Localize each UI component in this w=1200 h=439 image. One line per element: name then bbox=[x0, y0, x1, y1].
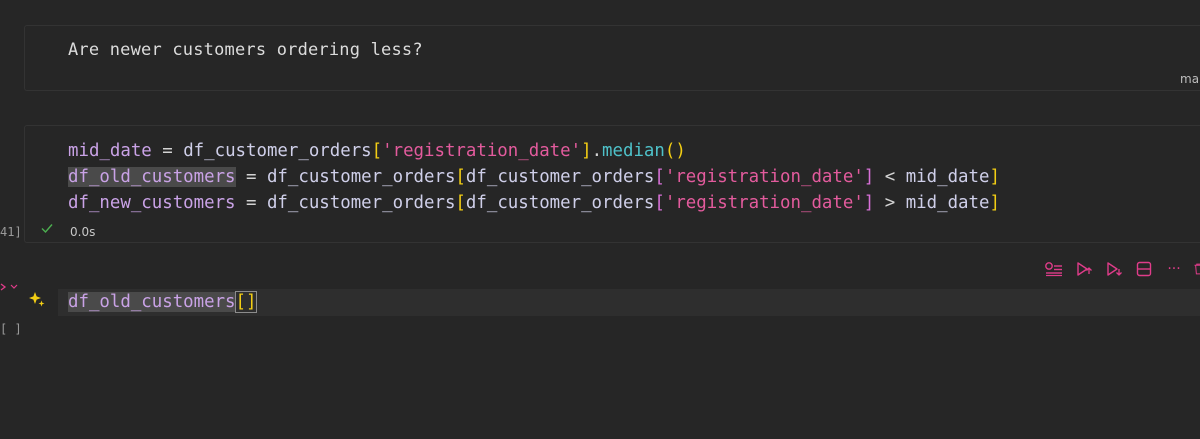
code-token: mid_date bbox=[68, 141, 152, 161]
code-token: ] bbox=[989, 193, 1000, 213]
code-token: [ bbox=[654, 167, 665, 187]
code-token: . bbox=[591, 141, 603, 161]
run-arrow-icon[interactable] bbox=[0, 280, 20, 294]
code-token: 'registration_date' bbox=[664, 193, 864, 213]
code-token: df_customer_orders bbox=[465, 193, 655, 213]
more-button[interactable]: ··· bbox=[1163, 258, 1185, 280]
split-cell-icon bbox=[1136, 261, 1152, 277]
code-token: 'registration_date' bbox=[664, 167, 864, 187]
split-cell-button[interactable] bbox=[1133, 258, 1155, 280]
code-token-highlighted: df_old_customers bbox=[68, 292, 236, 312]
code-token: > bbox=[874, 193, 906, 213]
code-token: [ bbox=[455, 193, 466, 213]
code-token: df_customer_orders bbox=[183, 141, 372, 161]
delete-button[interactable] bbox=[1193, 258, 1200, 280]
code-token: median bbox=[602, 141, 665, 161]
code-token: ] bbox=[581, 141, 592, 161]
code-token: ] bbox=[863, 167, 875, 187]
code-token: [ bbox=[455, 167, 466, 187]
code-token: mid_date bbox=[905, 193, 990, 213]
cell-language-tag[interactable]: mar bbox=[1180, 72, 1200, 86]
code-token: ] bbox=[989, 167, 1000, 187]
code-line-3: df_new_customers = df_customer_orders[df… bbox=[68, 191, 1000, 215]
code-line-1: mid_date = df_customer_orders['registrat… bbox=[68, 139, 686, 163]
execute-above-icon bbox=[1077, 262, 1092, 276]
code-token: = bbox=[235, 193, 267, 213]
markdown-text: Are newer customers ordering less? bbox=[68, 40, 423, 60]
check-icon bbox=[41, 224, 53, 234]
code-line-2: df_old_customers = df_customer_orders[df… bbox=[68, 165, 1000, 189]
code-token: [ bbox=[654, 193, 665, 213]
execute-below-icon bbox=[1107, 262, 1122, 276]
code-token: df_customer_orders bbox=[266, 193, 456, 213]
execution-count-empty: [ ] bbox=[0, 322, 22, 336]
code-token: [ bbox=[371, 141, 383, 161]
sparkle-icon[interactable] bbox=[28, 290, 46, 308]
code-token: () bbox=[664, 141, 686, 161]
code-token: df_customer_orders bbox=[465, 167, 655, 187]
execution-count: 41] bbox=[0, 225, 22, 239]
bracket-pair: [] bbox=[234, 291, 258, 313]
code-token: df_new_customers bbox=[68, 193, 236, 213]
code-token-highlighted: df_old_customers bbox=[68, 167, 236, 187]
execution-time: 0.0s bbox=[70, 225, 96, 239]
code-token: ] bbox=[863, 193, 875, 213]
execute-below-button[interactable] bbox=[1103, 258, 1125, 280]
code-token: = bbox=[151, 141, 184, 161]
active-code-line[interactable]: df_old_customers[] bbox=[68, 290, 258, 314]
code-token: < bbox=[874, 167, 906, 187]
cell-toolbar: ··· bbox=[1043, 256, 1200, 282]
code-token: 'registration_date' bbox=[382, 141, 582, 161]
code-token: = bbox=[235, 167, 267, 187]
code-token: mid_date bbox=[905, 167, 990, 187]
run-by-line-button[interactable] bbox=[1043, 258, 1065, 280]
run-by-line-icon bbox=[1045, 262, 1062, 277]
execute-above-button[interactable] bbox=[1073, 258, 1095, 280]
code-token: df_customer_orders bbox=[266, 167, 456, 187]
delete-icon bbox=[1194, 263, 1200, 275]
